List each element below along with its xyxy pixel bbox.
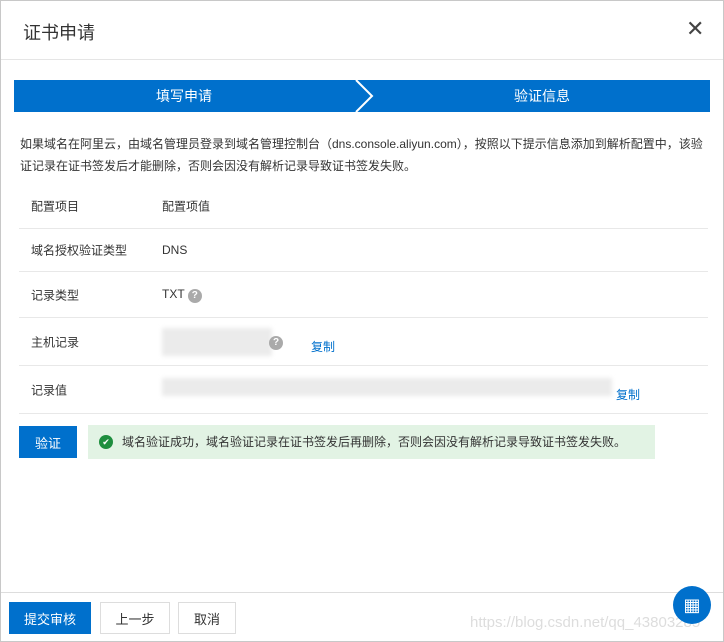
redacted-value	[162, 328, 272, 356]
table-row: 主机记录 ? 复制	[19, 318, 708, 366]
step-bar: 填写申请 验证信息	[14, 80, 710, 112]
step-chevron-icon	[355, 80, 374, 112]
row-key: 域名授权验证类型	[31, 243, 128, 257]
row-key: 记录类型	[31, 288, 80, 302]
table-row: 域名授权验证类型 DNS	[19, 228, 708, 272]
row-value-wrap: TXT ?	[162, 287, 202, 303]
success-message: 域名验证成功，域名验证记录在证书签发后再删除，否则会因没有解析记录导致证书签发失…	[122, 435, 627, 449]
row-key: 记录值	[31, 383, 68, 397]
footer-divider	[1, 592, 723, 593]
header-key: 配置项目	[31, 199, 80, 214]
dialog-title: 证书申请	[23, 23, 95, 43]
table-row: 记录类型 TXT ?	[19, 272, 708, 318]
row-value: DNS	[162, 242, 188, 257]
step-verify-info: 验证信息	[514, 88, 570, 104]
check-circle-icon: ✔	[99, 435, 113, 449]
row-key: 主机记录	[31, 335, 80, 349]
row-value: TXT	[162, 286, 185, 301]
help-icon[interactable]: ?	[269, 336, 283, 350]
verify-button[interactable]: 验证	[19, 426, 77, 458]
divider	[1, 59, 723, 60]
success-alert: ✔ 域名验证成功，域名验证记录在证书签发后再删除，否则会因没有解析记录导致证书签…	[88, 425, 655, 459]
redacted-value	[162, 378, 612, 396]
header-value: 配置项值	[162, 199, 211, 214]
copy-host-button[interactable]: 复制	[311, 338, 335, 355]
cancel-button[interactable]: 取消	[178, 602, 236, 634]
prev-button[interactable]: 上一步	[100, 602, 170, 634]
grid-menu-icon[interactable]: ▦	[673, 586, 711, 624]
step-fill-application: 填写申请	[156, 88, 212, 104]
table-row: 记录值 复制	[19, 366, 708, 414]
help-icon[interactable]: ?	[187, 288, 202, 303]
submit-button[interactable]: 提交审核	[9, 602, 91, 634]
instructions: 如果域名在阿里云，由域名管理员登录到域名管理控制台（dns.console.al…	[20, 137, 703, 173]
table-header: 配置项目 配置项值	[19, 184, 708, 229]
watermark: https://blog.csdn.net/qq_43803285	[470, 614, 701, 631]
close-icon[interactable]: ✕	[686, 18, 704, 40]
copy-value-button[interactable]: 复制	[616, 386, 640, 403]
